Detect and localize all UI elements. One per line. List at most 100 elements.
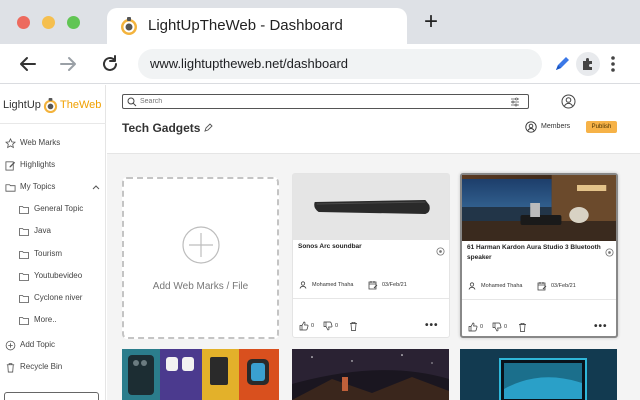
sidebar-item-label: Recycle Bin xyxy=(20,362,63,371)
browser-toolbar: www.lightuptheweb.net/dashboard xyxy=(0,44,640,84)
tab-title: LightUpTheWeb - Dashboard xyxy=(148,17,343,34)
more-options-icon[interactable]: ••• xyxy=(425,320,439,331)
search-icon xyxy=(127,97,137,107)
window-minimize-button[interactable] xyxy=(42,16,55,29)
card-date: 03/Feb/21 xyxy=(551,283,576,289)
window-zoom-button[interactable] xyxy=(67,16,80,29)
card-image-soundbar xyxy=(293,174,449,240)
like-count: 0 xyxy=(311,323,315,329)
sidebar-item-add-topic[interactable]: Add Topic xyxy=(0,339,106,355)
logo-text-lightup: LightUp xyxy=(3,99,41,111)
topic-item-cyclone-niver[interactable]: Cyclone niver xyxy=(0,292,106,308)
window-close-button[interactable] xyxy=(17,16,30,29)
card-divider xyxy=(293,298,449,299)
back-arrow-icon[interactable] xyxy=(17,53,39,75)
topic-item-more[interactable]: More.. xyxy=(0,314,106,330)
sidebar-item-my-topics[interactable]: My Topics xyxy=(0,181,106,197)
topic-label: Tourism xyxy=(34,249,63,258)
lightbulb-logo-icon xyxy=(43,97,58,114)
card-author: Mohamed Thaha xyxy=(481,283,523,289)
card-title: Sonos Arc soundbar xyxy=(298,243,362,250)
filter-sliders-icon[interactable] xyxy=(510,97,520,107)
chevron-up-icon[interactable] xyxy=(92,183,100,191)
members-user-icon xyxy=(525,121,537,133)
topic-label: More.. xyxy=(34,315,57,324)
card-image-night-sky[interactable] xyxy=(292,349,449,400)
calendar-edit-icon xyxy=(368,281,378,290)
search-box[interactable] xyxy=(122,94,529,109)
topic-item-youtubevideo[interactable]: Youtubevideo xyxy=(0,270,106,286)
main-content: Tech Gadgets Members Publish Add Web Mar… xyxy=(107,85,640,400)
user-profile-icon[interactable] xyxy=(561,94,576,109)
card-divider xyxy=(462,299,616,300)
chrome-logo-icon[interactable] xyxy=(436,247,445,256)
app-logo[interactable]: LightUp TheWeb xyxy=(3,96,105,116)
topic-label: Cyclone niver xyxy=(34,293,83,302)
kebab-menu-icon[interactable] xyxy=(601,52,625,76)
sidebar-divider xyxy=(0,123,106,124)
more-options-icon[interactable]: ••• xyxy=(594,321,608,332)
card-image-tv[interactable] xyxy=(460,349,617,400)
topic-label: General Topic xyxy=(34,204,84,213)
pencil-edit-icon[interactable] xyxy=(203,123,213,133)
pen-extension-icon[interactable] xyxy=(550,52,574,76)
calendar-edit-icon xyxy=(537,282,547,291)
thumbs-down-icon[interactable] xyxy=(323,321,333,331)
logo-text-theweb: TheWeb xyxy=(60,99,102,111)
browser-tab-dashboard[interactable]: LightUpTheWeb - Dashboard xyxy=(107,8,407,44)
topic-item-tourism[interactable]: Tourism xyxy=(0,248,106,264)
reload-icon[interactable] xyxy=(99,53,121,75)
sidebar-bottom-button[interactable] xyxy=(4,392,99,400)
folder-icon xyxy=(19,228,29,236)
plus-circle-icon xyxy=(5,340,16,351)
chrome-logo-icon[interactable] xyxy=(605,248,614,257)
forward-arrow-icon[interactable] xyxy=(57,53,79,75)
folder-icon xyxy=(19,317,29,325)
card-date: 03/Feb/21 xyxy=(382,282,407,288)
sidebar-item-label: Add Topic xyxy=(20,340,55,349)
topic-label: Youtubevideo xyxy=(34,271,83,280)
members-label: Members xyxy=(541,123,571,130)
folder-icon xyxy=(19,206,29,214)
card-image-gadgets-grid[interactable] xyxy=(122,349,279,400)
card-author: Mohamed Thaha xyxy=(312,282,354,288)
card-title: 61 Harman Kardon Aura Studio 3 Bluetooth… xyxy=(467,244,601,261)
page-title: Tech Gadgets xyxy=(122,121,201,135)
search-input[interactable] xyxy=(140,96,500,107)
folder-icon xyxy=(19,251,29,259)
add-web-marks-card[interactable]: Add Web Marks / File xyxy=(122,177,279,339)
plus-icon: + xyxy=(424,8,439,35)
trash-icon xyxy=(6,363,15,373)
user-icon xyxy=(299,281,307,289)
publish-button[interactable]: Publish xyxy=(586,121,617,133)
sidebar-item-label: My Topics xyxy=(20,182,56,191)
folder-icon xyxy=(5,184,16,192)
user-icon xyxy=(468,282,476,290)
thumbs-up-icon[interactable] xyxy=(299,321,309,331)
web-mark-card-selected[interactable]: 61 Harman Kardon Aura Studio 3 Bluetooth… xyxy=(460,173,618,338)
lightbulb-logo-icon xyxy=(121,17,137,35)
sidebar-item-recycle-bin[interactable]: Recycle Bin xyxy=(0,361,106,377)
sidebar-item-web-marks[interactable]: Web Marks xyxy=(0,137,106,153)
address-bar[interactable]: www.lightuptheweb.net/dashboard xyxy=(138,49,542,79)
url-text: www.lightuptheweb.net/dashboard xyxy=(150,56,349,71)
new-tab-button[interactable]: + xyxy=(424,8,439,35)
extensions-button[interactable] xyxy=(576,52,600,76)
topic-label: Java xyxy=(34,226,51,235)
sidebar-item-label: Highlights xyxy=(20,160,56,169)
topic-item-general-topic[interactable]: General Topic xyxy=(0,203,106,219)
folder-icon xyxy=(19,295,29,303)
thumbs-down-icon[interactable] xyxy=(492,322,502,332)
sidebar-item-highlights[interactable]: Highlights xyxy=(0,159,106,175)
browser-tab-strip: LightUpTheWeb - Dashboard + xyxy=(0,0,640,44)
plus-circle-icon xyxy=(182,226,220,264)
card-image-speaker-room xyxy=(462,175,616,241)
puzzle-icon xyxy=(583,58,592,70)
edit-icon xyxy=(5,161,16,171)
thumbs-up-icon[interactable] xyxy=(468,322,478,332)
trash-icon[interactable] xyxy=(518,322,527,332)
folder-icon xyxy=(19,273,29,281)
web-mark-card[interactable]: Sonos Arc soundbar Mohamed Thaha 03/Feb/… xyxy=(292,173,450,338)
trash-icon[interactable] xyxy=(349,321,358,331)
topic-item-java[interactable]: Java xyxy=(0,225,106,241)
